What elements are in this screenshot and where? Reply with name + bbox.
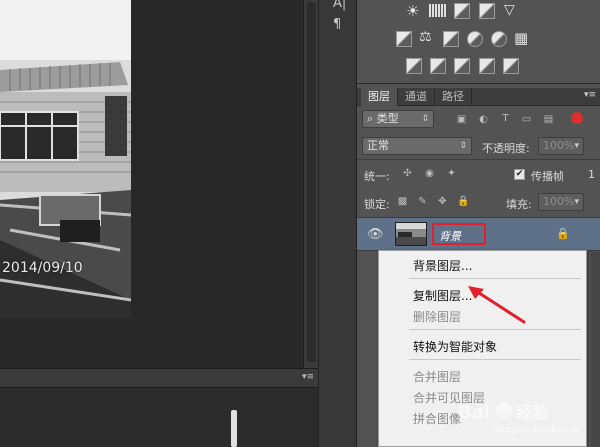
lock-label: 锁定:	[364, 198, 390, 211]
tab-layers[interactable]: 图层	[361, 88, 398, 106]
document-photo[interactable]: 2014/09/10	[0, 0, 131, 318]
scrollbar-thumb[interactable]	[231, 410, 237, 447]
blend-row: 正常 ⇕ 不透明度: 100% ▾	[357, 135, 600, 157]
type-filter-icon[interactable]: T	[500, 113, 511, 124]
channel-mixer-icon[interactable]	[491, 31, 507, 47]
chevron-down-icon: ▾	[574, 197, 579, 207]
lower-panel	[0, 388, 318, 447]
levels-icon[interactable]	[429, 4, 447, 17]
collapsed-panel-bar: A| ¶	[318, 0, 357, 447]
lock-pixels-icon[interactable]: ✎	[417, 196, 428, 207]
color-balance-icon[interactable]: ⚖	[419, 29, 432, 45]
threshold-icon[interactable]	[454, 58, 470, 74]
search-icon: ⌕	[367, 112, 377, 125]
menu-item-merge-layer[interactable]: 合并图层	[413, 368, 461, 385]
fill-value: 100%	[543, 195, 575, 208]
invert-icon[interactable]	[406, 58, 422, 74]
layers-panel-tabs: 图层 通道 路径 ▾≡	[357, 88, 600, 106]
svg-text:经验: 经验	[516, 403, 549, 422]
svg-text:Bai: Bai	[458, 402, 490, 423]
layer-name-highlight: 背景	[432, 223, 486, 245]
unify-visibility-icon[interactable]: ◉	[424, 168, 435, 179]
svg-text:jingyan.baidu.com: jingyan.baidu.com	[491, 425, 578, 435]
layers-scrollbar[interactable]	[591, 252, 600, 447]
hue-saturation-icon[interactable]	[396, 31, 412, 47]
brightness-icon[interactable]: ☀	[406, 2, 419, 20]
blend-mode-value: 正常	[367, 139, 389, 152]
curves-icon[interactable]	[454, 3, 470, 19]
panel-menu-icon[interactable]: ▾≡	[302, 372, 314, 382]
chevron-updown-icon: ⇕	[459, 141, 467, 151]
thumbnail-image	[396, 223, 426, 245]
divider	[357, 159, 600, 160]
menu-item-background-layer[interactable]: 背景图层...	[413, 257, 472, 274]
posterize-icon[interactable]	[430, 58, 446, 74]
unify-row: 统一: ✣ ◉ ✦ ✔ 传播帧 1	[357, 163, 600, 185]
layer-thumbnail[interactable]	[395, 222, 427, 246]
shape-filter-icon[interactable]: ▭	[521, 114, 532, 125]
text-icon[interactable]: A|	[333, 0, 346, 11]
propagate-label: 传播帧	[531, 170, 564, 183]
black-white-icon[interactable]	[443, 31, 459, 47]
unify-position-icon[interactable]: ✣	[402, 168, 413, 179]
layer-name[interactable]: 背景	[439, 228, 461, 244]
layer-filter-select[interactable]: ⌕ 类型 ⇕	[362, 110, 434, 128]
photo-filter-icon[interactable]	[467, 31, 483, 47]
chevron-down-icon: ▾	[574, 141, 579, 151]
filter-label: 类型	[376, 112, 399, 125]
menu-separator	[409, 278, 581, 279]
canvas-vertical-scrollbar[interactable]	[303, 0, 318, 368]
unify-style-icon[interactable]: ✦	[446, 168, 457, 179]
lock-row: 锁定: ▩ ✎ ✥ 🔒 填充: 100% ▾	[357, 191, 600, 213]
eye-icon[interactable]: 👁	[367, 227, 384, 242]
lock-position-icon[interactable]: ✥	[437, 196, 448, 207]
opacity-input[interactable]: 100% ▾	[538, 137, 584, 155]
opacity-label: 不透明度:	[482, 142, 530, 155]
lock-icon: 🔒	[556, 227, 570, 240]
menu-separator	[409, 359, 581, 360]
canvas-area[interactable]: 2014/09/10	[0, 0, 318, 368]
unify-label: 统一:	[364, 170, 390, 183]
pixel-filter-icon[interactable]: ▣	[456, 114, 467, 125]
color-lookup-icon[interactable]: ▦	[514, 29, 528, 47]
scrollbar-thumb[interactable]	[307, 2, 316, 362]
chevron-updown-icon: ⇕	[421, 114, 429, 124]
propagate-number: 1	[588, 168, 595, 181]
annotation-arrow	[468, 286, 526, 324]
layer-row-background[interactable]: 👁 背景 🔒	[357, 217, 600, 251]
fill-input[interactable]: 100% ▾	[538, 193, 584, 211]
blend-mode-select[interactable]: 正常 ⇕	[362, 137, 472, 155]
layer-filter-row: ⌕ 类型 ⇕ ▣ ◐ T ▭ ▤	[357, 108, 600, 130]
menu-item-delete-layer[interactable]: 删除图层	[413, 308, 461, 325]
lock-all-icon[interactable]: 🔒	[457, 196, 469, 207]
gradient-map-icon[interactable]	[503, 58, 519, 74]
lock-transparent-icon[interactable]: ▩	[397, 196, 408, 207]
paragraph-icon[interactable]: ¶	[333, 17, 341, 32]
exposure-icon[interactable]	[479, 3, 495, 19]
filter-toggle-icon[interactable]	[571, 112, 583, 124]
smart-object-filter-icon[interactable]: ▤	[543, 114, 554, 125]
date-stamp: 2014/09/10	[2, 260, 83, 276]
lower-panel-header: ▾≡	[0, 368, 318, 388]
opacity-value: 100%	[543, 139, 575, 152]
tab-channels[interactable]: 通道	[398, 88, 435, 106]
selective-color-icon[interactable]	[479, 58, 495, 74]
fill-label: 填充:	[506, 198, 532, 211]
menu-item-convert-smart-object[interactable]: 转换为智能对象	[413, 338, 497, 355]
adjustments-panel: ☀ ▽ ⚖ ▦	[357, 0, 600, 84]
watermark-logo-icon: Bai 经验 jingyan.baidu.com	[458, 402, 578, 435]
tab-paths[interactable]: 路径	[435, 88, 472, 106]
adjustment-filter-icon[interactable]: ◐	[478, 114, 489, 125]
propagate-frame-checkbox[interactable]: ✔	[514, 169, 525, 180]
panel-menu-icon[interactable]: ▾≡	[584, 90, 596, 100]
menu-item-flatten-image[interactable]: 拼合图像	[413, 410, 461, 427]
vibrance-icon[interactable]: ▽	[504, 2, 515, 18]
